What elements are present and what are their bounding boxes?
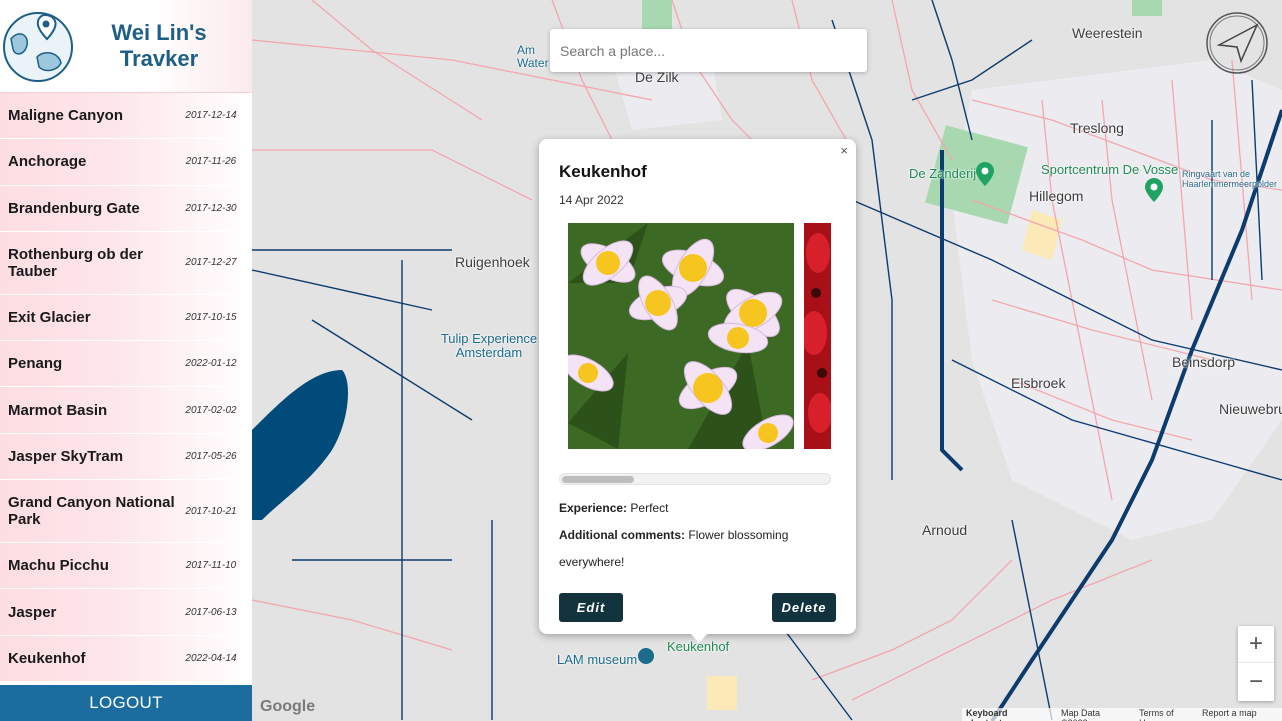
list-item[interactable]: Jasper SkyTram 2017-05-26 [0,433,252,481]
experience-info: Experience: Perfect Additional comments:… [559,495,836,576]
place-name: Brandenburg Gate [8,199,140,217]
list-item[interactable]: Maligne Canyon 2017-12-14 [0,93,252,140]
map-label-hillegom: Hillegom [1029,188,1084,204]
place-name: Jasper SkyTram [8,447,124,465]
app-title-line1: Wei Lin's [111,20,207,45]
list-item[interactable]: Grand Canyon National Park 2017-10-21 [0,480,252,544]
place-date: 2017-12-27 [185,257,237,269]
comments-label: Additional comments: [559,528,686,542]
app-title: Wei Lin's Travker [76,20,252,72]
map-label-weerestein: Weerestein [1072,25,1143,41]
map-label-sportcentrum: Sportcentrum De Vosse [1041,162,1179,177]
place-name: Grand Canyon National Park [8,494,175,529]
place-name: Keukenhof [8,649,86,667]
place-date: 2017-11-10 [185,560,237,572]
place-name: Penang [8,355,63,373]
map-label-ringvaart: Ringvaart van de Haarlemmermeerpolder [1182,169,1278,189]
list-item[interactable]: Penang 2022-01-12 [0,341,252,388]
app-title-line2: Travker [119,46,199,71]
list-item[interactable]: Anchorage 2017-11-26 [0,139,252,186]
popup-tail [690,633,708,643]
place-name: Anchorage [8,153,87,171]
search-input[interactable] [550,29,867,72]
map-label-am-water: Am Water [517,43,549,70]
comments-row: Additional comments: Flower blossoming e… [559,522,799,576]
place-date: 2022-04-14 [185,652,237,664]
map-label-arnoud: Arnoud [922,522,968,538]
tulip-photo[interactable] [568,223,794,449]
sidebar: Wei Lin's Travker Maligne Canyon 2017-12… [0,0,252,721]
place-date: 2017-10-21 [185,505,237,517]
map-label-nieuwebrug: Nieuwebrug [1219,401,1282,417]
place-date: 2017-06-13 [185,606,237,618]
place-name: Rothenburg ob der Tauber [8,245,143,280]
place-name: Marmot Basin [8,401,108,419]
map-label-elsbroek: Elsbroek [1011,375,1066,391]
museum-icon[interactable] [638,648,654,664]
map-label-lam-museum: LAM museum [557,652,638,667]
place-date: 2017-11-26 [185,156,237,168]
keyboard-shortcuts-link[interactable]: Keyboard shortcuts [966,708,1051,721]
list-item[interactable]: Machu Picchu 2017-11-10 [0,543,252,590]
popup-actions: Edit Delete [559,593,836,622]
delete-button[interactable]: Delete [772,593,836,622]
close-icon[interactable]: × [840,143,848,158]
place-name: Jasper [8,603,57,621]
map-label-tulip-experience: Tulip Experience Amsterdam [440,331,538,360]
list-item[interactable]: Exit Glacier 2017-10-15 [0,294,252,342]
zoom-controls: + − [1238,626,1274,701]
map-attribution: Keyboard shortcuts Map Data ©2022 Terms … [962,708,1282,721]
map-pin-icon[interactable] [1145,178,1163,207]
terms-link[interactable]: Terms of Use [1139,708,1192,721]
experience-label: Experience: [559,501,628,515]
place-date: 2017-10-15 [185,312,237,324]
popup-title: Keukenhof [559,162,647,181]
map-label-beinsdorp: Beinsdorp [1172,354,1236,370]
zoom-in-button[interactable]: + [1238,626,1274,663]
photo-carousel[interactable] [559,223,831,451]
place-name: Machu Picchu [8,557,109,575]
edit-button[interactable]: Edit [559,593,623,622]
place-date: 2017-05-26 [185,450,237,462]
place-date: 2022-01-12 [185,358,237,370]
tulip-photo-next[interactable] [804,223,831,449]
place-list: Maligne Canyon 2017-12-14 Anchorage 2017… [0,93,252,685]
map-pin-icon[interactable] [976,162,994,191]
experience-value: Perfect [630,501,669,515]
popup-date: 14 Apr 2022 [559,193,624,207]
map-data-text: Map Data ©2022 [1060,708,1100,721]
place-name: Exit Glacier [8,309,91,327]
carousel-scrollbar[interactable] [559,473,831,485]
list-item[interactable]: Marmot Basin 2017-02-02 [0,387,252,434]
report-error-link[interactable]: Report a map error [1202,708,1278,721]
list-item[interactable]: Jasper 2017-06-13 [0,589,252,636]
zoom-out-button[interactable]: − [1238,663,1274,700]
google-logo: Google [260,698,316,715]
map-canvas[interactable]: De Zilk Am Water Weerestein Treslong De … [252,0,1282,721]
brand-header: Wei Lin's Travker [0,0,252,93]
place-info-popup: × Keukenhof 14 Apr 2022 Experience: Perf… [539,139,856,634]
map-label-treslong: Treslong [1070,120,1124,136]
place-date: 2017-02-02 [185,404,237,416]
experience-row: Experience: Perfect [559,495,836,522]
scrollbar-thumb[interactable] [562,476,634,483]
list-item[interactable]: Keukenhof 2022-04-14 [0,635,252,682]
map-label-ruigenhoek: Ruigenhoek [455,254,530,270]
list-item[interactable]: Brandenburg Gate 2017-12-30 [0,185,252,232]
globe-logo-icon [0,0,76,93]
compass-icon[interactable] [1205,11,1269,75]
list-item[interactable]: Rothenburg ob der Tauber 2017-12-27 [0,231,252,295]
place-date: 2017-12-14 [185,110,237,122]
place-date: 2017-12-30 [185,202,237,214]
logout-button[interactable]: LOGOUT [0,685,252,721]
place-name: Maligne Canyon [8,107,124,125]
map-label-de-zanderij: De Zanderij [909,166,977,181]
